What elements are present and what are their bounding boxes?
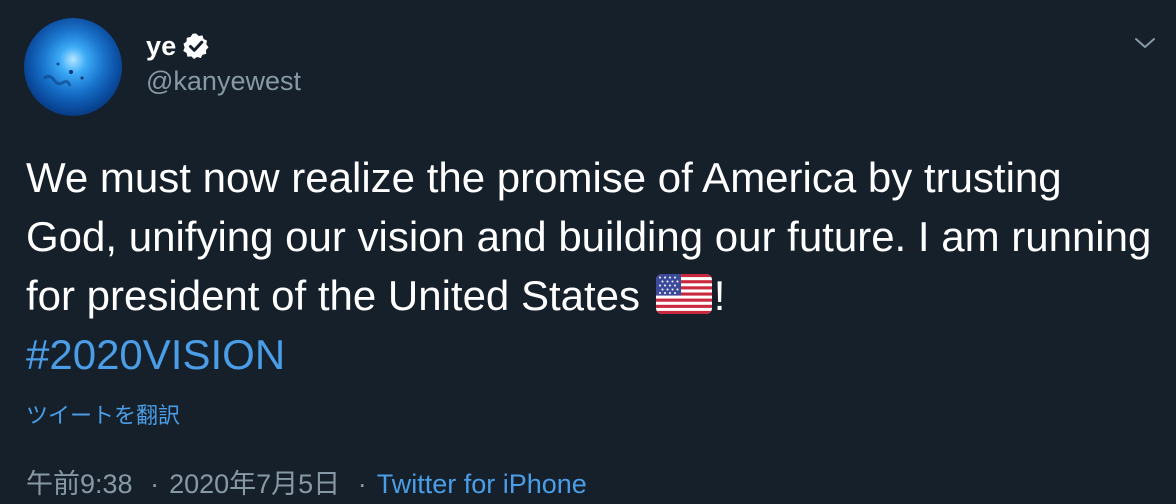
hashtag-link[interactable]: #2020VISION [26, 331, 285, 378]
tweet-card: ye @kanyewest We must now realize the pr… [0, 0, 1176, 504]
tweet-meta: 午前9:38 · 2020年7月5日 · Twitter for iPhone [26, 462, 587, 501]
meta-separator: · [150, 469, 160, 499]
avatar[interactable] [24, 18, 122, 116]
tweet-source-link[interactable]: Twitter for iPhone [377, 469, 587, 499]
tweet-text: We must now realize the promise of Ameri… [26, 148, 1156, 384]
us-flag-icon [655, 270, 712, 314]
meta-separator: · [357, 469, 367, 499]
translate-tweet-link[interactable]: ツイートを翻訳 [26, 398, 180, 430]
tweet-text-end: ! [713, 272, 726, 319]
chevron-down-icon[interactable] [1133, 33, 1157, 53]
name-row: ye [146, 28, 210, 64]
user-handle[interactable]: @kanyewest [146, 66, 301, 97]
tweet-time[interactable]: 午前9:38 [26, 469, 133, 499]
avatar-globe-image [24, 18, 122, 116]
tweet-text-body: We must now realize the promise of Ameri… [26, 154, 1152, 319]
tweet-date[interactable]: 2020年7月5日 [169, 469, 340, 499]
display-name[interactable]: ye [146, 31, 176, 62]
verified-badge-icon [182, 32, 210, 60]
